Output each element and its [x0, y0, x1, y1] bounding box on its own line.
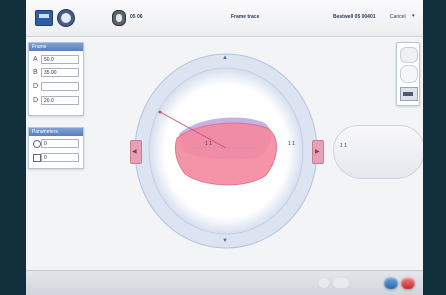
bridge-icon: D: [33, 97, 39, 104]
arrow-right-button[interactable]: ▶: [312, 140, 324, 164]
cancel-link[interactable]: Cancel: [390, 14, 406, 20]
lens-mark-left: 1 1: [205, 141, 212, 147]
frame-b-input[interactable]: 35.00: [41, 68, 79, 77]
offset-icon: [33, 154, 41, 162]
side-mark: 1 1: [340, 143, 347, 149]
param-1-input[interactable]: 0: [41, 139, 79, 148]
frame-panel-title: Frame: [29, 43, 83, 51]
parameters-panel: Parameters 0 0: [28, 127, 84, 169]
frame-panel: Frame A 50.0 B 35.00 D D 20.0: [28, 42, 84, 116]
width-icon: A: [33, 56, 38, 63]
view-front-button[interactable]: [400, 65, 418, 83]
trace-ring-graphic: [134, 53, 318, 249]
scanner-icon[interactable]: [35, 10, 53, 26]
view-3d-button[interactable]: [400, 87, 418, 101]
arrow-left-button[interactable]: ◀: [130, 140, 142, 164]
disabled-check-icon: [319, 278, 329, 288]
height-icon: B: [33, 69, 38, 76]
job-info: Bestwell 05 00401: [333, 14, 376, 20]
parameters-panel-title: Parameters: [29, 128, 83, 136]
view-top-button[interactable]: [400, 47, 418, 63]
disabled-nav-icon: [333, 278, 349, 288]
lens-icon[interactable]: [112, 10, 126, 26]
arrow-up-icon[interactable]: ▲: [222, 55, 228, 61]
param-2-input[interactable]: 0: [41, 153, 79, 162]
trace-ring[interactable]: ▲ ▼ ◀ ▶ 1 1 1 1: [130, 52, 324, 250]
view-toolstrip: [396, 42, 420, 106]
arrow-right-icon: ▶: [315, 149, 320, 155]
arrow-left-icon: ◀: [132, 149, 137, 155]
lens-side-view: 1 1: [333, 125, 423, 179]
arrow-down-icon[interactable]: ▼: [222, 238, 228, 244]
job-code: 05 06: [130, 14, 143, 20]
diagonal-icon: D: [33, 83, 39, 90]
adjust-icon: [33, 140, 41, 148]
top-toolbar: 05 06 Frame trace Bestwell 05 00401 Canc…: [26, 0, 423, 37]
lens-mark-right: 1 1: [288, 141, 295, 147]
frame-d-input[interactable]: [41, 82, 79, 91]
bottom-toolbar: [26, 270, 423, 295]
page-title: Frame trace: [231, 14, 260, 20]
confirm-icon[interactable]: [384, 277, 398, 289]
chevron-down-icon[interactable]: ▾: [412, 13, 415, 19]
tracer-icon[interactable]: [57, 9, 75, 27]
app-screen: 05 06 Frame trace Bestwell 05 00401 Canc…: [26, 0, 423, 295]
frame-a-input[interactable]: 50.0: [41, 55, 79, 64]
cancel-icon[interactable]: [401, 277, 415, 289]
frame-dbl-input[interactable]: 20.0: [41, 96, 79, 105]
